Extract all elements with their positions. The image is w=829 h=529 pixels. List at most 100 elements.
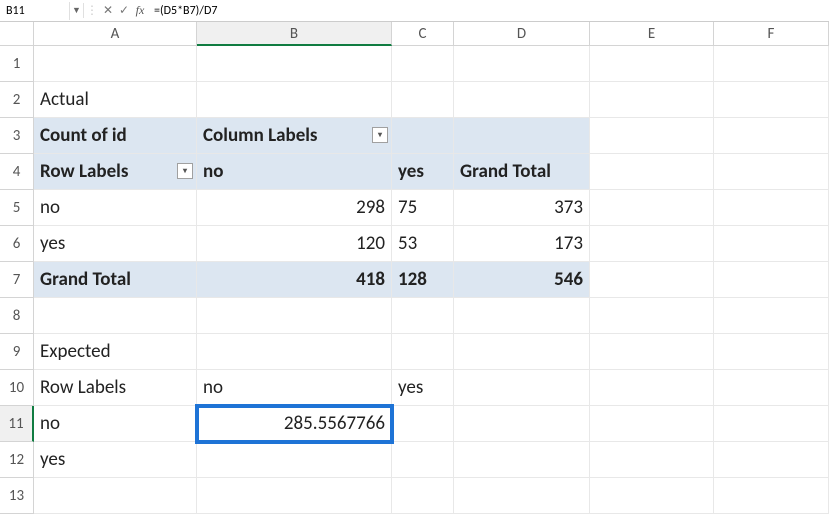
row-header-10[interactable]: 10 — [0, 370, 34, 406]
cell-a3[interactable]: Count of id — [34, 118, 197, 154]
cell-a7[interactable]: Grand Total — [34, 262, 197, 298]
cell-c1[interactable] — [392, 46, 454, 82]
cell-b5[interactable]: 298 — [197, 190, 392, 226]
row-header-4[interactable]: 4 — [0, 154, 34, 190]
cell-c2[interactable] — [392, 82, 454, 118]
fx-icon[interactable]: fx — [132, 3, 148, 18]
cell-c9[interactable] — [392, 334, 454, 370]
cell-e4[interactable] — [590, 154, 714, 190]
cell-f7[interactable] — [714, 262, 829, 298]
row-header-12[interactable]: 12 — [0, 442, 34, 478]
row-header-8[interactable]: 8 — [0, 298, 34, 334]
cell-c8[interactable] — [392, 298, 454, 334]
cell-b11[interactable]: 285.5567766 — [197, 406, 392, 442]
cell-d12[interactable] — [454, 442, 590, 478]
col-header-f[interactable]: F — [714, 22, 829, 46]
cell-c5[interactable]: 75 — [392, 190, 454, 226]
cell-c7[interactable]: 128 — [392, 262, 454, 298]
cell-b1[interactable] — [197, 46, 392, 82]
cell-c12[interactable] — [392, 442, 454, 478]
cell-f8[interactable] — [714, 298, 829, 334]
row-header-1[interactable]: 1 — [0, 46, 34, 82]
cell-a1[interactable] — [34, 46, 197, 82]
row-header-3[interactable]: 3 — [0, 118, 34, 154]
cell-d9[interactable] — [454, 334, 590, 370]
cell-e7[interactable] — [590, 262, 714, 298]
row-labels-filter-icon[interactable]: ▾ — [177, 163, 193, 179]
cell-c6[interactable]: 53 — [392, 226, 454, 262]
cell-b10[interactable]: no — [197, 370, 392, 406]
cell-c4[interactable]: yes — [392, 154, 454, 190]
cell-b8[interactable] — [197, 298, 392, 334]
name-box-dropdown-icon[interactable]: ▼ — [70, 3, 84, 18]
name-box[interactable] — [0, 2, 70, 20]
cell-b4[interactable]: no — [197, 154, 392, 190]
cell-f5[interactable] — [714, 190, 829, 226]
accept-icon[interactable]: ✓ — [116, 3, 132, 18]
cell-f2[interactable] — [714, 82, 829, 118]
cell-d1[interactable] — [454, 46, 590, 82]
cell-d11[interactable] — [454, 406, 590, 442]
cell-d8[interactable] — [454, 298, 590, 334]
cell-d10[interactable] — [454, 370, 590, 406]
row-header-11[interactable]: 11 — [0, 406, 34, 442]
cell-f9[interactable] — [714, 334, 829, 370]
cell-e3[interactable] — [590, 118, 714, 154]
cancel-icon[interactable]: ✕ — [100, 3, 116, 18]
row-header-9[interactable]: 9 — [0, 334, 34, 370]
cell-b9[interactable] — [197, 334, 392, 370]
cell-d3[interactable] — [454, 118, 590, 154]
cell-c3[interactable] — [392, 118, 454, 154]
cell-e10[interactable] — [590, 370, 714, 406]
cell-e8[interactable] — [590, 298, 714, 334]
cell-d4[interactable]: Grand Total — [454, 154, 590, 190]
col-header-e[interactable]: E — [590, 22, 714, 46]
cell-f13[interactable] — [714, 478, 829, 514]
cell-b2[interactable] — [197, 82, 392, 118]
col-header-a[interactable]: A — [34, 22, 197, 46]
cell-c11[interactable] — [392, 406, 454, 442]
cell-f11[interactable] — [714, 406, 829, 442]
cell-a11[interactable]: no — [34, 406, 197, 442]
row-header-13[interactable]: 13 — [0, 478, 34, 514]
cell-f4[interactable] — [714, 154, 829, 190]
cell-c10[interactable]: yes — [392, 370, 454, 406]
cell-d2[interactable] — [454, 82, 590, 118]
cell-d5[interactable]: 373 — [454, 190, 590, 226]
cell-b3[interactable]: Column Labels▾ — [197, 118, 392, 154]
cell-a10[interactable]: Row Labels — [34, 370, 197, 406]
cell-f10[interactable] — [714, 370, 829, 406]
cell-f6[interactable] — [714, 226, 829, 262]
cell-f3[interactable] — [714, 118, 829, 154]
cell-b12[interactable] — [197, 442, 392, 478]
cell-e12[interactable] — [590, 442, 714, 478]
cell-a9[interactable]: Expected — [34, 334, 197, 370]
row-header-6[interactable]: 6 — [0, 226, 34, 262]
cell-d13[interactable] — [454, 478, 590, 514]
cell-a8[interactable] — [34, 298, 197, 334]
cell-b7[interactable]: 418 — [197, 262, 392, 298]
cell-b13[interactable] — [197, 478, 392, 514]
cell-c13[interactable] — [392, 478, 454, 514]
cell-a4[interactable]: Row Labels▾ — [34, 154, 197, 190]
cell-a2[interactable]: Actual — [34, 82, 197, 118]
col-header-d[interactable]: D — [454, 22, 590, 46]
cell-e1[interactable] — [590, 46, 714, 82]
select-all-corner[interactable] — [0, 22, 34, 46]
col-header-c[interactable]: C — [392, 22, 454, 46]
cell-e13[interactable] — [590, 478, 714, 514]
cell-e9[interactable] — [590, 334, 714, 370]
cell-b6[interactable]: 120 — [197, 226, 392, 262]
formula-input[interactable] — [148, 2, 829, 20]
cell-f1[interactable] — [714, 46, 829, 82]
cell-a5[interactable]: no — [34, 190, 197, 226]
cell-a13[interactable] — [34, 478, 197, 514]
cell-f12[interactable] — [714, 442, 829, 478]
cell-d6[interactable]: 173 — [454, 226, 590, 262]
cell-e6[interactable] — [590, 226, 714, 262]
cell-a6[interactable]: yes — [34, 226, 197, 262]
cell-e5[interactable] — [590, 190, 714, 226]
row-header-5[interactable]: 5 — [0, 190, 34, 226]
row-header-7[interactable]: 7 — [0, 262, 34, 298]
col-header-b[interactable]: B — [197, 22, 392, 46]
